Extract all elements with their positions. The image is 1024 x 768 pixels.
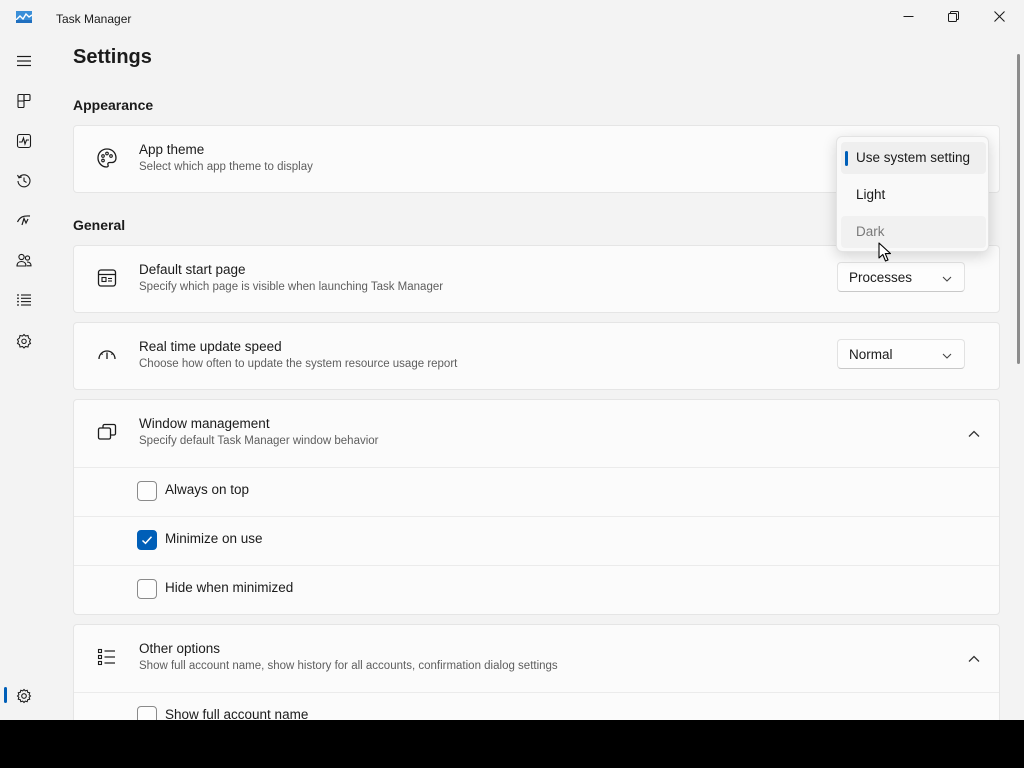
task-manager-window: Task Manager Settings Appearance App the… [0,0,1024,720]
theme-option-label: Dark [856,224,885,239]
checklist-icon [97,648,115,666]
gear-icon [16,688,32,704]
services-icon [16,333,32,349]
hide-when-minimized-checkbox[interactable] [137,579,157,599]
speedometer-icon [98,350,116,360]
minimize-on-use-checkbox[interactable] [137,530,157,550]
appearance-heading: Appearance [73,97,154,113]
nav-services[interactable] [6,325,42,357]
nav-menu-button[interactable] [6,45,42,77]
window-page-icon [97,269,117,287]
always-on-top-checkbox[interactable] [137,481,157,501]
app-theme-dropdown-menu: Use system setting Light Dark [836,136,989,252]
restore-button[interactable] [930,0,976,32]
mouse-cursor-icon [878,242,892,262]
update-speed-dropdown[interactable]: Normal [837,339,965,369]
other-options-header[interactable]: Other options Show full account name, sh… [74,625,999,692]
window-management-header[interactable]: Window management Specify default Task M… [74,400,999,467]
show-full-account-name-label: Show full account name [165,707,309,720]
window-stack-icon [97,423,117,440]
task-manager-app-icon [16,11,32,23]
always-on-top-label: Always on top [165,482,250,497]
close-button[interactable] [976,0,1022,32]
nav-performance[interactable] [6,125,42,157]
window-management-description: Specify default Task Manager window beha… [139,435,379,447]
details-icon [17,294,31,306]
users-icon [16,253,32,267]
app-theme-title: App theme [139,142,205,157]
nav-users[interactable] [6,244,42,276]
minimize-on-use-option[interactable]: Minimize on use [73,515,1000,564]
history-icon [17,174,31,188]
vertical-scrollbar[interactable] [1017,54,1020,364]
theme-option-label: Light [856,187,886,202]
app-theme-description: Select which app theme to display [139,161,313,173]
page-title: Settings [73,46,152,68]
nav-processes[interactable] [6,85,42,117]
nav-app-history[interactable] [6,165,42,197]
theme-option-label: Use system setting [856,150,971,165]
theme-option-light[interactable]: Light [841,179,986,211]
title-bar[interactable]: Task Manager [0,0,1024,38]
chevron-up-icon [968,655,980,662]
processes-icon [17,93,31,109]
restore-icon [947,10,959,22]
selection-indicator [845,151,848,166]
show-full-account-name-option[interactable]: Show full account name [73,691,1000,720]
general-heading: General [73,217,126,233]
minimize-on-use-label: Minimize on use [165,531,263,546]
performance-icon [16,133,32,149]
default-start-page-value: Processes [849,270,913,285]
chevron-up-icon [968,430,980,437]
startup-icon [16,215,31,226]
always-on-top-option[interactable]: Always on top [73,466,1000,515]
window-title: Task Manager [56,12,132,26]
hamburger-icon [17,55,31,67]
hide-when-minimized-option[interactable]: Hide when minimized [73,564,1000,613]
checkmark-icon [141,536,153,545]
default-start-page-dropdown[interactable]: Processes [837,262,965,292]
palette-icon [97,148,117,168]
default-start-page-title: Default start page [139,262,246,277]
update-speed-value: Normal [849,347,893,362]
update-speed-description: Choose how often to update the system re… [139,358,458,370]
minimize-button[interactable] [885,0,931,32]
chevron-down-icon [942,353,952,359]
nav-startup-apps[interactable] [6,204,42,236]
other-options-description: Show full account name, show history for… [139,660,558,672]
window-management-title: Window management [139,416,270,431]
nav-details[interactable] [6,284,42,316]
hide-when-minimized-label: Hide when minimized [165,580,294,595]
close-icon [993,10,1005,22]
nav-settings[interactable] [6,680,42,712]
other-options-title: Other options [139,641,221,656]
minimize-icon [903,15,913,17]
theme-option-system[interactable]: Use system setting [841,142,986,174]
theme-option-dark[interactable]: Dark [841,216,986,248]
chevron-down-icon [942,276,952,282]
show-full-account-name-checkbox[interactable] [137,706,157,720]
update-speed-title: Real time update speed [139,339,282,354]
default-start-page-description: Specify which page is visible when launc… [139,281,444,293]
